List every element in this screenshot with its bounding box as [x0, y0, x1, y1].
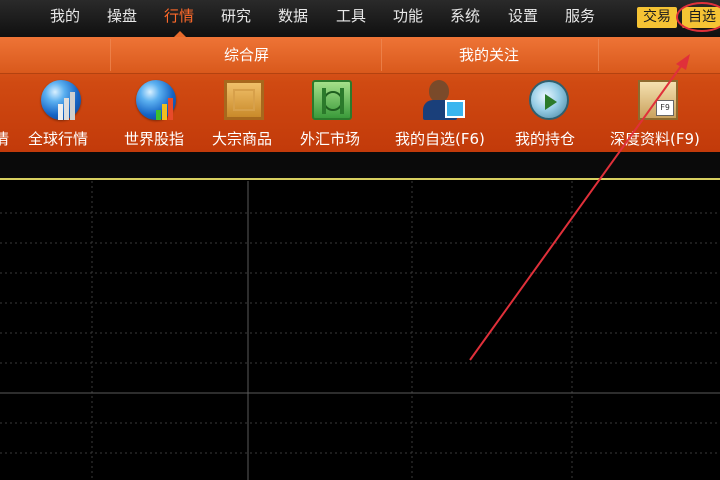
annotation-arrow [469, 54, 690, 361]
